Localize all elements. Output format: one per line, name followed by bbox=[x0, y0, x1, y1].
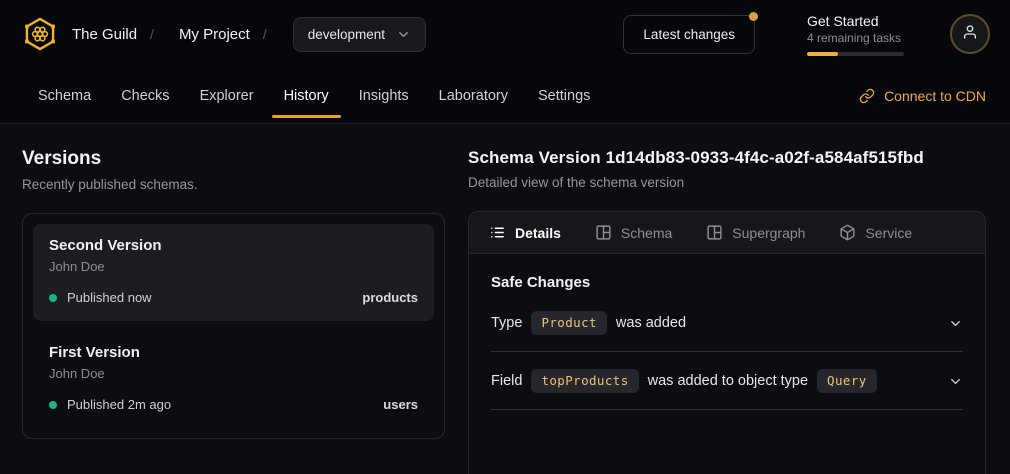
nav-tab-laboratory[interactable]: Laboratory bbox=[427, 68, 520, 123]
connect-cdn-link[interactable]: Connect to CDN bbox=[859, 68, 986, 123]
user-icon bbox=[962, 24, 978, 45]
link-icon bbox=[859, 88, 875, 104]
get-started-progress-fill bbox=[807, 52, 838, 56]
get-started-progress-track bbox=[807, 52, 904, 56]
change-text: was added to object type bbox=[648, 373, 808, 389]
detail-tab-schema[interactable]: Schema bbox=[595, 224, 672, 241]
detail-tab-strip: Details Schema Supergraph Service bbox=[469, 212, 985, 254]
version-status-row: Published 2m ago users bbox=[49, 397, 418, 412]
versions-panel: Versions Recently published schemas. Sec… bbox=[22, 148, 445, 474]
breadcrumb-separator: / bbox=[150, 26, 154, 42]
nav-tab-insights[interactable]: Insights bbox=[347, 68, 421, 123]
breadcrumb-org[interactable]: The Guild bbox=[72, 26, 137, 43]
schema-version-subtitle: Detailed view of the schema version bbox=[468, 175, 986, 190]
latest-changes-button[interactable]: Latest changes bbox=[623, 15, 755, 54]
version-service-name: products bbox=[362, 290, 418, 305]
get-started-title: Get Started bbox=[807, 13, 904, 29]
change-code-badge: topProducts bbox=[531, 369, 638, 393]
detail-tab-details[interactable]: Details bbox=[489, 224, 561, 241]
changes-section-title: Safe Changes bbox=[491, 274, 963, 291]
chevron-down-icon[interactable] bbox=[948, 374, 963, 389]
user-menu-button[interactable] bbox=[950, 14, 990, 54]
published-status-dot bbox=[49, 294, 57, 302]
detail-tab-label: Supergraph bbox=[732, 225, 805, 241]
hive-logo-icon[interactable] bbox=[20, 14, 60, 54]
nav-tab-explorer[interactable]: Explorer bbox=[188, 68, 266, 123]
detail-tab-supergraph[interactable]: Supergraph bbox=[706, 224, 805, 241]
header-right-cluster: Latest changes Get Started 4 remaining t… bbox=[623, 13, 990, 56]
change-text: Field bbox=[491, 373, 522, 389]
app-header: The Guild / My Project / development Lat… bbox=[0, 0, 1010, 124]
change-text: was added bbox=[616, 315, 686, 331]
nav-tab-schema[interactable]: Schema bbox=[26, 68, 103, 123]
main-content: Versions Recently published schemas. Sec… bbox=[0, 124, 1010, 474]
target-select[interactable]: development bbox=[293, 17, 426, 52]
version-name: Second Version bbox=[49, 237, 418, 254]
chevron-down-icon bbox=[396, 27, 411, 42]
version-status-row: Published now products bbox=[49, 290, 418, 305]
get-started-subtitle: 4 remaining tasks bbox=[807, 31, 904, 45]
nav-tab-settings[interactable]: Settings bbox=[526, 68, 602, 123]
version-service-name: users bbox=[383, 397, 418, 412]
columns-icon bbox=[706, 224, 723, 241]
version-list-item[interactable]: Second Version John Doe Published now pr… bbox=[33, 224, 434, 321]
schema-version-title: Schema Version 1d14db83-0933-4f4c-a02f-a… bbox=[468, 148, 986, 168]
versions-title: Versions bbox=[22, 148, 445, 170]
schema-version-detail-card: Details Schema Supergraph Service Safe C… bbox=[468, 211, 986, 474]
main-nav: SchemaChecksExplorerHistoryInsightsLabor… bbox=[0, 68, 1010, 123]
cube-icon bbox=[839, 224, 856, 241]
header-top-row: The Guild / My Project / development Lat… bbox=[0, 0, 1010, 68]
version-list: Second Version John Doe Published now pr… bbox=[22, 213, 445, 439]
latest-changes-label: Latest changes bbox=[643, 27, 735, 42]
schema-version-panel: Schema Version 1d14db83-0933-4f4c-a02f-a… bbox=[468, 148, 986, 474]
version-author: John Doe bbox=[49, 259, 418, 274]
change-row[interactable]: Field topProducts was added to object type… bbox=[491, 352, 963, 410]
columns-icon bbox=[595, 224, 612, 241]
change-row[interactable]: Type Product was added bbox=[491, 294, 963, 352]
detail-tab-service[interactable]: Service bbox=[839, 224, 912, 241]
detail-tab-label: Service bbox=[865, 225, 912, 241]
version-author: John Doe bbox=[49, 366, 418, 381]
changes-list: Type Product was added Field topProducts was… bbox=[491, 294, 963, 410]
version-list-item[interactable]: First Version John Doe Published 2m ago … bbox=[33, 331, 434, 428]
notification-dot bbox=[749, 12, 758, 21]
connect-cdn-label: Connect to CDN bbox=[884, 88, 986, 104]
target-select-value: development bbox=[308, 27, 385, 42]
app-root: The Guild / My Project / development Lat… bbox=[0, 0, 1010, 474]
version-name: First Version bbox=[49, 344, 418, 361]
list-icon bbox=[489, 224, 506, 241]
detail-content: Safe Changes Type Product was added Fieldt… bbox=[469, 254, 985, 410]
detail-tab-label: Details bbox=[515, 225, 561, 241]
nav-tab-checks[interactable]: Checks bbox=[109, 68, 181, 123]
breadcrumb-project[interactable]: My Project bbox=[179, 26, 250, 43]
change-text: Type bbox=[491, 315, 522, 331]
nav-tab-history[interactable]: History bbox=[272, 68, 341, 123]
change-code-badge: Product bbox=[531, 311, 606, 335]
versions-subtitle: Recently published schemas. bbox=[22, 177, 445, 192]
published-status-dot bbox=[49, 401, 57, 409]
get-started-widget[interactable]: Get Started 4 remaining tasks bbox=[807, 13, 904, 56]
chevron-down-icon[interactable] bbox=[948, 316, 963, 331]
breadcrumb-separator: / bbox=[263, 26, 267, 42]
nav-tabs: SchemaChecksExplorerHistoryInsightsLabor… bbox=[26, 68, 602, 123]
version-published-label: Published now bbox=[67, 290, 152, 305]
detail-tab-label: Schema bbox=[621, 225, 672, 241]
change-code-badge: Query bbox=[817, 369, 877, 393]
version-published-label: Published 2m ago bbox=[67, 397, 171, 412]
